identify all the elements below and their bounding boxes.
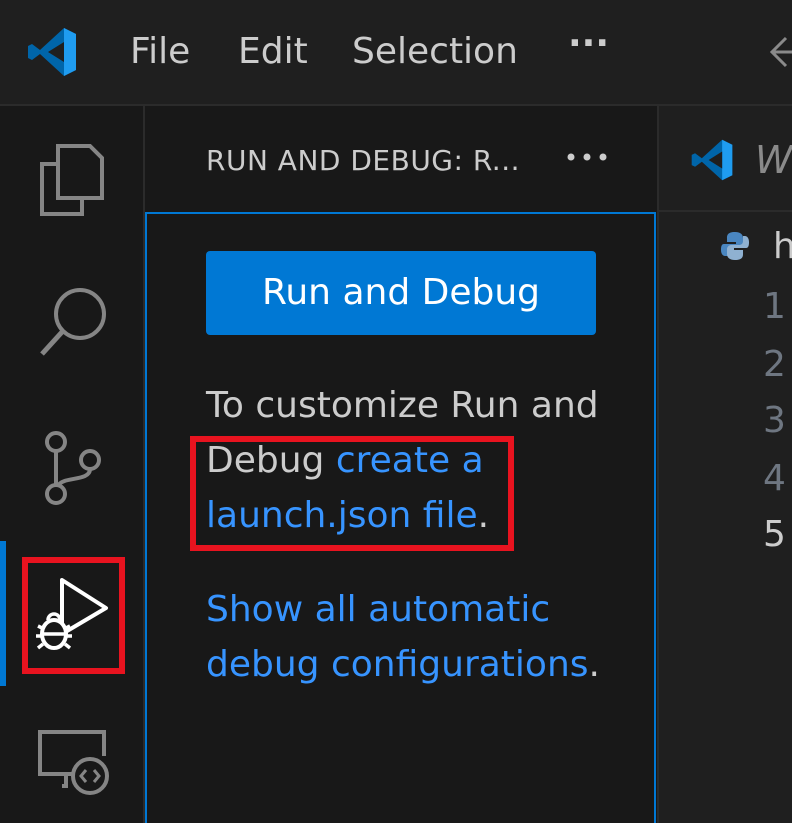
- activity-bar: [0, 106, 145, 823]
- run-and-debug-button[interactable]: Run and Debug: [206, 251, 596, 335]
- python-file-icon: [721, 232, 749, 260]
- period: .: [588, 644, 600, 685]
- line-number: 1: [763, 286, 786, 327]
- explorer-icon[interactable]: [38, 142, 106, 218]
- show-configs-paragraph: Show all automatic debug configurations.: [206, 582, 626, 692]
- vscode-logo-icon: [28, 28, 76, 76]
- menu-selection[interactable]: Selection: [352, 30, 518, 74]
- editor-tab-bar: W: [659, 106, 792, 212]
- menu-file[interactable]: File: [130, 30, 190, 74]
- editor-tab-label[interactable]: W: [755, 138, 792, 182]
- title-bar: File Edit Selection ···: [0, 0, 792, 106]
- line-number: 2: [763, 344, 786, 385]
- more-actions-icon[interactable]: [565, 142, 609, 172]
- menu-edit[interactable]: Edit: [238, 30, 308, 74]
- editor-area: W h 1 2 3 4 5: [659, 106, 792, 823]
- active-indicator: [0, 541, 6, 686]
- breadcrumb-file[interactable]: h: [773, 226, 792, 267]
- launch-link-highlight: [190, 436, 514, 551]
- sidebar-title: RUN AND DEBUG: R...: [206, 144, 520, 177]
- line-number: 3: [763, 400, 786, 441]
- remote-explorer-icon[interactable]: [36, 728, 112, 800]
- line-number: 4: [763, 458, 786, 499]
- back-arrow-icon[interactable]: [768, 34, 792, 70]
- run-and-debug-sidebar: RUN AND DEBUG: R... Run and Debug To cus…: [145, 106, 659, 823]
- source-control-icon[interactable]: [42, 430, 104, 506]
- menu-more-button[interactable]: ···: [568, 22, 609, 66]
- sidebar-header: RUN AND DEBUG: R...: [145, 106, 657, 212]
- current-line-number: 5: [763, 514, 786, 555]
- vscode-tab-icon: [691, 139, 733, 181]
- show-all-configurations-link[interactable]: Show all automatic debug configurations: [206, 589, 589, 685]
- debug-icon-highlight: [22, 557, 125, 674]
- search-icon[interactable]: [38, 284, 110, 358]
